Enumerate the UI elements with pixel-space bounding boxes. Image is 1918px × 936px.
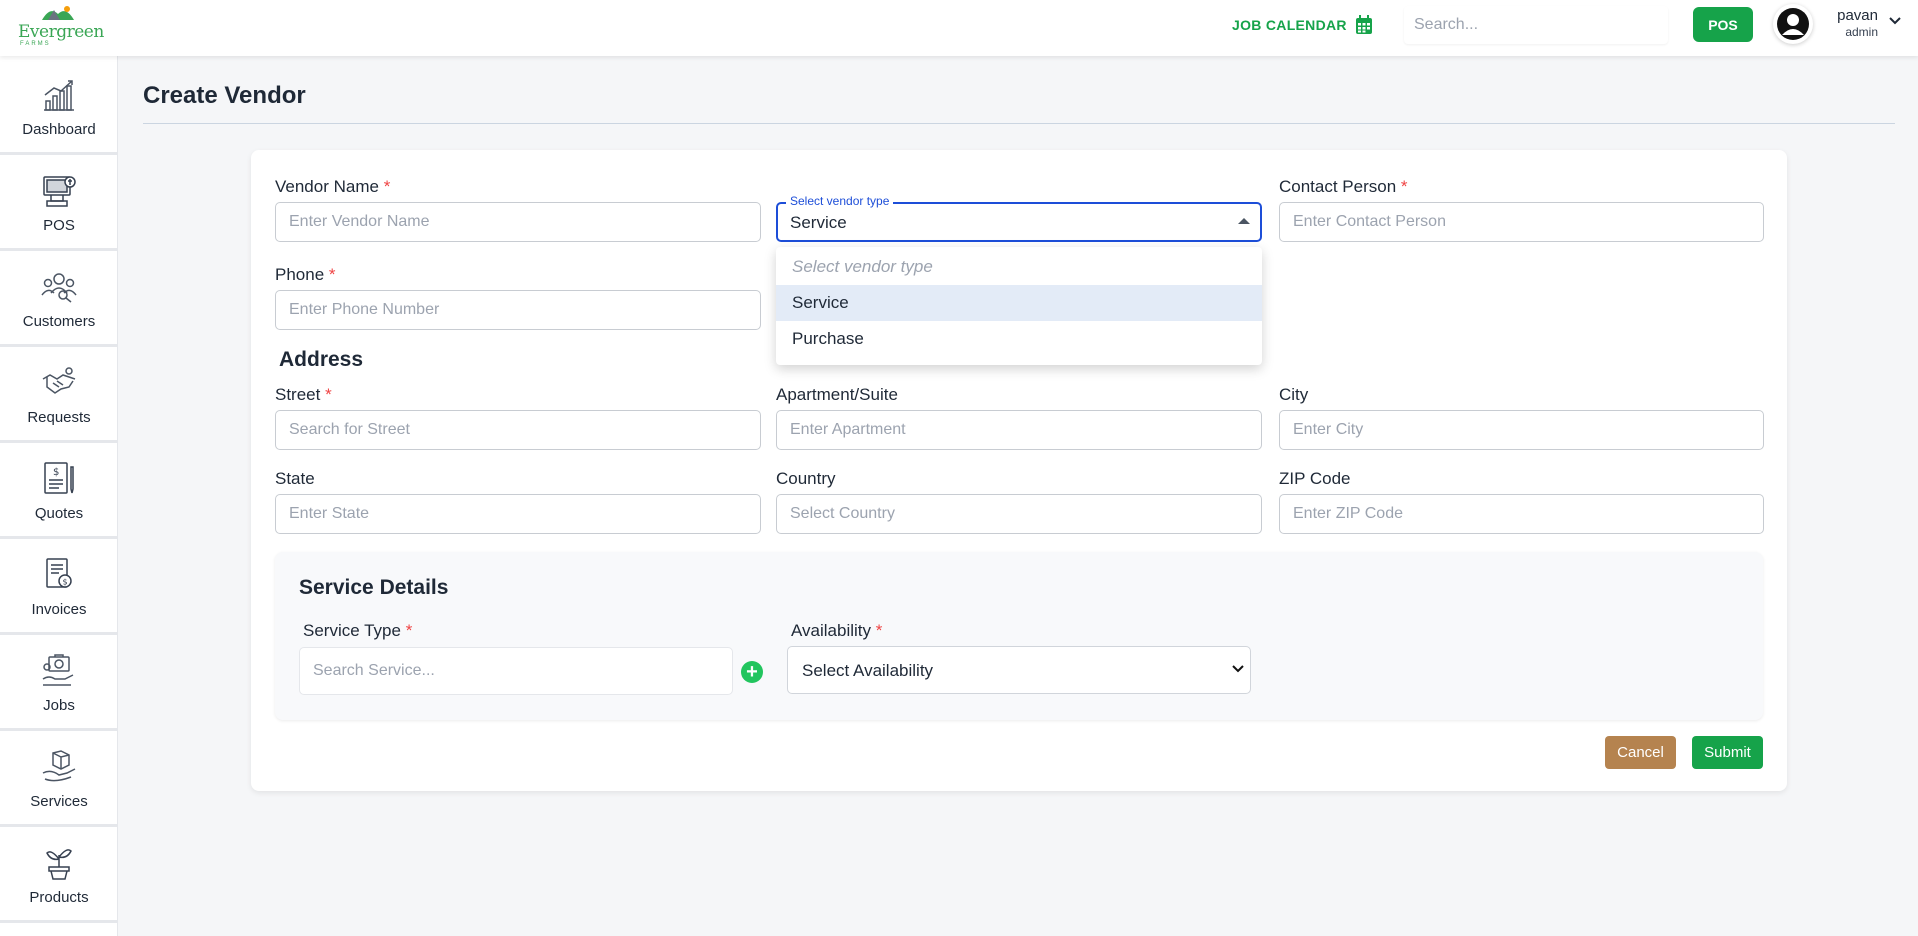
phone-label-text: Phone (275, 265, 325, 284)
apartment-input[interactable] (776, 410, 1262, 450)
service-type-label: Service Type * (303, 621, 412, 641)
sidebar-item-label: Jobs (43, 696, 75, 714)
street-search-input[interactable] (275, 410, 761, 450)
vendor-name-label: Vendor Name * (275, 177, 390, 197)
cancel-button[interactable]: Cancel (1605, 736, 1676, 769)
logo-text: Evergreen (18, 22, 104, 42)
vendor-name-input[interactable] (275, 202, 761, 242)
pos-button[interactable]: POS (1693, 7, 1753, 42)
state-label: State (275, 469, 315, 488)
sidebar-item-label: Products (29, 888, 89, 906)
global-search-input[interactable] (1404, 6, 1668, 44)
required-marker: * (405, 621, 413, 640)
user-avatar-icon (1777, 8, 1809, 40)
sidebar-item-jobs[interactable]: Jobs (0, 638, 118, 731)
vendor-type-option-service[interactable]: Service (776, 285, 1262, 321)
sidebar-item-label: Quotes (34, 504, 84, 522)
customers-icon (41, 272, 77, 303)
vendor-type-option-placeholder[interactable]: Select vendor type (776, 249, 1262, 285)
required-marker: * (875, 621, 883, 640)
vendor-type-option-purchase[interactable]: Purchase (776, 321, 1262, 357)
plant-icon (46, 848, 72, 880)
sidebar-item-pos[interactable]: POS (0, 158, 118, 251)
sidebar-item-products[interactable]: Products (0, 830, 118, 923)
chevron-down-icon (1232, 665, 1244, 673)
handshake-icon (42, 366, 76, 394)
availability-label: Availability * (791, 621, 882, 641)
zip-label: ZIP Code (1279, 469, 1351, 488)
sidebar-item-customers[interactable]: Customers (0, 254, 118, 347)
logo-subtext: FARMS (20, 41, 51, 47)
apartment-label: Apartment/Suite (776, 385, 898, 404)
city-label: City (1279, 385, 1309, 404)
contact-person-label-text: Contact Person (1279, 177, 1397, 196)
phone-input[interactable] (275, 290, 761, 330)
sidebar-item-label: POS (43, 216, 75, 234)
street-label: Street * (275, 385, 332, 405)
jobs-icon (42, 653, 74, 686)
sidebar-item-quotes[interactable]: $ Quotes (0, 446, 118, 539)
sidebar-item-label: Dashboard (22, 120, 96, 138)
vendor-type-value: Service (790, 213, 847, 232)
address-heading: Address (279, 348, 364, 371)
sidebar-item-label: Customers (22, 312, 96, 330)
sidebar-item-invoices[interactable]: $ Invoices (0, 542, 118, 635)
caret-up-icon[interactable] (1238, 218, 1250, 224)
bar-chart-icon (44, 79, 74, 111)
service-type-label-text: Service Type (303, 621, 401, 640)
logo-mark-icon (42, 6, 74, 20)
page-title: Create Vendor (143, 82, 306, 109)
vendor-type-select[interactable] (776, 202, 1262, 242)
street-label-text: Street (275, 385, 321, 404)
country-label: Country (776, 469, 836, 488)
required-marker: * (325, 385, 332, 404)
add-service-button[interactable]: + (741, 661, 763, 683)
title-divider (143, 123, 1895, 124)
service-details-heading: Service Details (299, 576, 449, 599)
top-bar: Evergreen FARMS JOB CALENDAR POS pavan a… (0, 0, 1918, 56)
sidebar: Dashboard POS Customers Requests $ Quote… (0, 56, 118, 936)
pos-terminal-icon (43, 175, 76, 207)
sidebar-item-label: Requests (27, 408, 91, 426)
required-marker: * (1400, 177, 1408, 196)
required-marker: * (328, 265, 336, 284)
user-name: pavan (1837, 7, 1878, 24)
required-marker: * (383, 177, 391, 196)
services-icon (42, 749, 76, 781)
contact-person-input[interactable] (1279, 202, 1764, 242)
quote-document-icon: $ (44, 461, 74, 494)
zip-input[interactable] (1279, 494, 1764, 534)
sidebar-item-services[interactable]: Services (0, 734, 118, 827)
avatar[interactable] (1773, 4, 1813, 44)
job-calendar-link[interactable]: JOB CALENDAR (1232, 15, 1373, 35)
vendor-type-menu: Select vendor type Service Purchase (776, 247, 1262, 365)
country-select[interactable] (776, 494, 1262, 534)
sidebar-item-label: Invoices (31, 600, 87, 618)
sidebar-item-label: Services (30, 792, 88, 810)
vendor-type-legend: Select vendor type (786, 194, 894, 208)
svg-text:$: $ (53, 467, 59, 478)
contact-person-label: Contact Person * (1279, 177, 1408, 197)
sidebar-item-dashboard[interactable]: Dashboard (0, 62, 118, 155)
user-info[interactable]: pavan admin (1830, 7, 1878, 39)
phone-label: Phone * (275, 265, 336, 285)
availability-label-text: Availability (791, 621, 872, 640)
city-input[interactable] (1279, 410, 1764, 450)
vendor-name-label-text: Vendor Name (275, 177, 379, 196)
submit-button[interactable]: Submit (1692, 736, 1763, 769)
invoice-icon: $ (46, 557, 72, 588)
user-role: admin (1845, 25, 1878, 39)
logo[interactable]: Evergreen FARMS (18, 4, 104, 48)
chevron-down-icon[interactable] (1888, 16, 1902, 26)
sidebar-item-requests[interactable]: Requests (0, 350, 118, 443)
job-calendar-label: JOB CALENDAR (1232, 17, 1347, 33)
calendar-icon (1355, 15, 1372, 34)
service-search-input[interactable] (299, 647, 733, 695)
svg-text:$: $ (63, 577, 68, 586)
availability-select[interactable]: Select Availability (787, 646, 1251, 694)
state-input[interactable] (275, 494, 761, 534)
